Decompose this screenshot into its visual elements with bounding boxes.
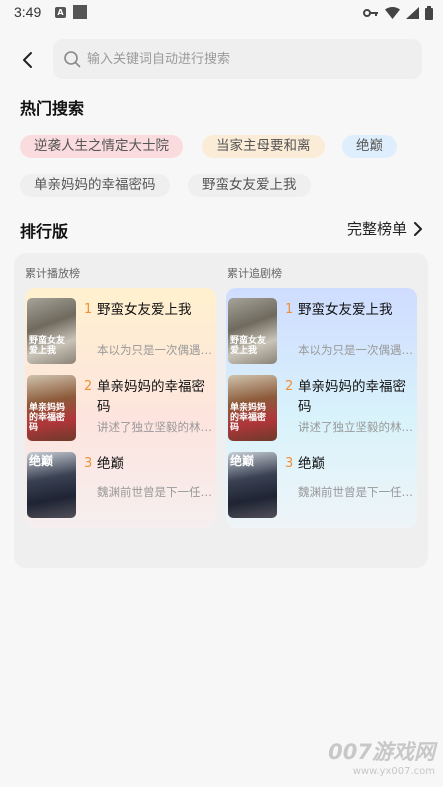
search-icon (64, 51, 81, 68)
hot-search-tag[interactable]: 单亲妈妈的幸福密码 (20, 174, 170, 197)
key-icon (363, 9, 378, 17)
column-label-follows: 累计追剧榜 (227, 267, 282, 280)
drama-description: 魏渊前世曾是下一任… (298, 485, 413, 499)
drama-poster: 单亲妈妈的幸福密码 (228, 375, 277, 441)
column-label-plays: 累计播放榜 (25, 267, 80, 280)
poster-title: 野蛮女友爱上我 (29, 336, 66, 356)
status-icons (363, 5, 433, 21)
chevron-left-icon (23, 52, 32, 68)
drama-description: 本以为只是一次偶遇… (97, 343, 212, 357)
drama-poster: 绝巅 (228, 452, 277, 518)
rank-number: 1 (84, 302, 93, 317)
ranking-card-plays: 野蛮女友爱上我 1 野蛮女友爱上我 本以为只是一次偶遇… 单亲妈妈的幸福密码 2… (25, 288, 216, 528)
ranking-item[interactable]: 绝巅 3 绝巅 魏渊前世曾是下一任… (25, 442, 216, 518)
ranking-card-follows: 野蛮女友爱上我 1 野蛮女友爱上我 本以为只是一次偶遇… 单亲妈妈的幸福密码 2… (226, 288, 417, 528)
search-bar[interactable] (53, 39, 422, 79)
drama-description: 本以为只是一次偶遇… (298, 343, 413, 357)
poster-title: 单亲妈妈的幸福密码 (29, 403, 66, 433)
notification-a-icon: A (55, 7, 66, 18)
hot-search-tag[interactable]: 逆袭人生之情定大士院 (20, 135, 183, 158)
drama-title: 绝巅 (298, 456, 325, 472)
rank-number: 3 (84, 456, 93, 471)
drama-title: 单亲妈妈的幸福密码 (97, 379, 205, 415)
top-bar (0, 38, 443, 80)
poster-title: 野蛮女友爱上我 (230, 336, 267, 356)
status-time: 3:49 (14, 4, 42, 20)
drama-description: 讲述了独立坚毅的林… (97, 420, 212, 434)
drama-poster: 单亲妈妈的幸福密码 (27, 375, 76, 441)
hot-search-title: 热门搜索 (20, 99, 85, 118)
watermark-url: www.yx007.com (352, 766, 435, 777)
hot-search-tag[interactable]: 绝巅 (342, 135, 397, 158)
drama-title: 野蛮女友爱上我 (97, 302, 192, 318)
drama-description: 魏渊前世曾是下一任… (97, 485, 212, 499)
hot-search-tag[interactable]: 当家主母要和离 (202, 135, 325, 158)
ranking-item[interactable]: 野蛮女友爱上我 1 野蛮女友爱上我 本以为只是一次偶遇… (226, 288, 417, 364)
rank-number: 1 (285, 302, 294, 317)
back-button[interactable] (17, 49, 39, 71)
drama-title: 绝巅 (97, 456, 124, 472)
drama-poster: 野蛮女友爱上我 (228, 298, 277, 364)
wifi-icon (385, 7, 400, 19)
drama-poster: 绝巅 (27, 452, 76, 518)
drama-title: 单亲妈妈的幸福密码 (298, 379, 406, 415)
ranking-item[interactable]: 绝巅 3 绝巅 魏渊前世曾是下一任… (226, 442, 417, 518)
drama-title: 野蛮女友爱上我 (298, 302, 393, 318)
status-bar: 3:49 A (0, 0, 443, 26)
drama-poster: 野蛮女友爱上我 (27, 298, 76, 364)
poster-title: 单亲妈妈的幸福密码 (230, 403, 267, 433)
full-list-label: 完整榜单 (346, 220, 407, 238)
ranking-item[interactable]: 单亲妈妈的幸福密码 2 单亲妈妈的幸福密码 讲述了独立坚毅的林… (25, 365, 216, 441)
rank-number: 3 (285, 456, 294, 471)
watermark: 007游戏网 www.yx007.com (328, 736, 435, 777)
chevron-right-icon (414, 221, 422, 236)
ranking-item[interactable]: 野蛮女友爱上我 1 野蛮女友爱上我 本以为只是一次偶遇… (25, 288, 216, 364)
poster-title: 绝巅 (230, 454, 255, 468)
watermark-brand: 007游戏网 (328, 740, 435, 764)
drama-description: 讲述了独立坚毅的林… (298, 420, 413, 434)
signal-icon (406, 7, 419, 19)
full-list-link[interactable]: 完整榜单 (347, 218, 423, 239)
battery-icon (425, 6, 433, 20)
notification-square-icon (73, 5, 87, 19)
ranking-item[interactable]: 单亲妈妈的幸福密码 2 单亲妈妈的幸福密码 讲述了独立坚毅的林… (226, 365, 417, 441)
hot-search-tag[interactable]: 野蛮女友爱上我 (188, 174, 311, 197)
rank-number: 2 (285, 379, 294, 394)
search-input[interactable] (87, 39, 407, 79)
poster-title: 绝巅 (29, 454, 54, 468)
ranking-title: 排行版 (20, 222, 69, 241)
rank-number: 2 (84, 379, 93, 394)
